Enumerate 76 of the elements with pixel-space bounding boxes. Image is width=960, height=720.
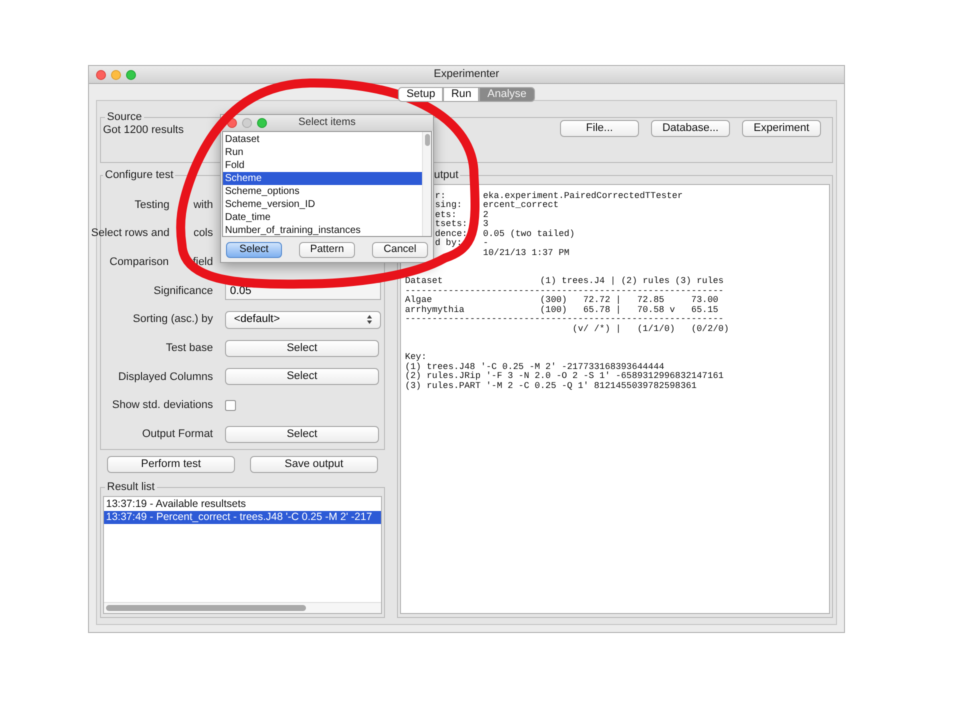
output-key: sing: <box>435 200 462 210</box>
tab[interactable]: Setup <box>398 87 444 102</box>
output-value: ercent_correct <box>483 201 559 210</box>
list-item[interactable]: 13:37:49 - Percent_correct - trees.J48 '-C 0.25 -M 2' -217 <box>104 510 381 524</box>
output-value: 0.05 (two tailed) <box>483 230 575 239</box>
group-title: Configure test <box>104 168 174 183</box>
output-line: arrhymythia (100) 65.78 | 70.58 v 65.15 <box>405 306 718 315</box>
output-key: d by: <box>435 238 462 248</box>
dialog-button[interactable]: Pattern <box>299 242 355 258</box>
output-line: (v/ /*) | (1/1/0) (0/2/0) <box>571 324 730 334</box>
output-key: dence: <box>435 228 468 238</box>
field-label: cols <box>193 226 213 242</box>
output-key: ets: <box>435 210 457 220</box>
output-line: (1) trees.J48 '-C 0.25 -M 2' -217733168393644444 <box>405 362 664 372</box>
field-label: Test base <box>166 341 213 356</box>
output-line: Key: <box>405 353 427 362</box>
push-button[interactable]: Perform test <box>107 456 235 473</box>
list-item[interactable]: Scheme <box>223 172 422 185</box>
list-item[interactable]: Run <box>223 146 422 159</box>
dialog-button[interactable]: Select <box>226 242 282 258</box>
field-label: Significance <box>154 284 213 299</box>
output-key: r: <box>435 190 446 200</box>
push-button[interactable]: Experiment <box>742 120 821 138</box>
output-line: Dataset (1) trees.J4 | (2) rules (3) rules <box>405 277 724 286</box>
output-line: Algae (300) 72.72 | 72.85 73.00 <box>405 296 718 306</box>
field-label: with <box>193 198 213 213</box>
group-title: Result list <box>106 480 156 495</box>
dialog-button[interactable]: Cancel <box>372 242 428 258</box>
field-label: Show std. deviations <box>112 398 213 414</box>
output-line: ----------------------------------------------------------- <box>405 315 724 324</box>
output-line: (2) rules.JRip '-F 3 -N 2.0 -O 2 -S 1' -6589312996832147161 <box>405 372 724 382</box>
stepper-icon <box>367 315 372 324</box>
zoom-icon[interactable] <box>257 118 267 128</box>
output-value: 3 <box>483 220 488 230</box>
push-button[interactable]: Select <box>225 368 379 386</box>
list-item[interactable]: Fold <box>223 159 422 172</box>
output-value: 10/21/13 1:37 PM <box>483 248 570 258</box>
scrollbar-thumb[interactable] <box>106 605 306 611</box>
horizontal-scrollbar[interactable] <box>104 602 381 613</box>
list-item[interactable]: Dataset <box>223 133 422 146</box>
push-button[interactable]: File... <box>560 120 639 138</box>
push-button[interactable]: Save output <box>250 456 378 473</box>
status-text: Got 1200 results <box>103 122 184 138</box>
window-title: Experimenter <box>434 67 500 82</box>
field-label: Output Format <box>142 427 213 442</box>
list-item[interactable]: Date_time <box>223 211 422 224</box>
field-label: Sorting (asc.) by <box>132 312 213 328</box>
dialog-title: Select items <box>298 115 356 130</box>
minimize-icon[interactable] <box>242 118 252 128</box>
scrollbar-thumb[interactable] <box>424 134 430 146</box>
push-button[interactable]: Database... <box>651 120 730 138</box>
field-label: Displayed Columns <box>118 370 213 385</box>
list-item[interactable]: Scheme_version_ID <box>223 198 422 211</box>
list-item[interactable]: Number_of_training_instances <box>223 224 422 236</box>
list-item[interactable]: Scheme_options <box>223 185 422 198</box>
field-label: Comparison <box>110 254 169 270</box>
group-title: utput <box>433 168 460 183</box>
field-label: Select rows and <box>91 226 170 242</box>
field-label: Testing <box>134 198 170 213</box>
output-line: ----------------------------------------------------------- <box>405 286 724 296</box>
list-item[interactable]: 13:37:19 - Available resultsets <box>104 498 381 510</box>
output-key: tsets: <box>435 219 468 229</box>
output-value: 2 <box>483 210 488 220</box>
push-button[interactable]: Select <box>225 426 379 443</box>
close-icon[interactable] <box>96 70 106 80</box>
vertical-scrollbar[interactable] <box>422 132 431 236</box>
zoom-icon[interactable] <box>126 70 136 80</box>
tab[interactable]: Run <box>443 87 480 102</box>
output-value: - <box>483 239 488 248</box>
group-title: Source <box>106 110 143 125</box>
checkbox[interactable] <box>225 400 236 412</box>
minimize-icon[interactable] <box>111 70 121 80</box>
output-value: eka.experiment.PairedCorrectedTTester <box>483 192 683 201</box>
sorting-dropdown[interactable]: <default> <box>225 310 381 329</box>
push-button[interactable]: Select <box>225 340 379 357</box>
output-line: (3) rules.PART '-M 2 -C 0.25 -Q 1' 8121455039782598361 <box>405 382 697 391</box>
